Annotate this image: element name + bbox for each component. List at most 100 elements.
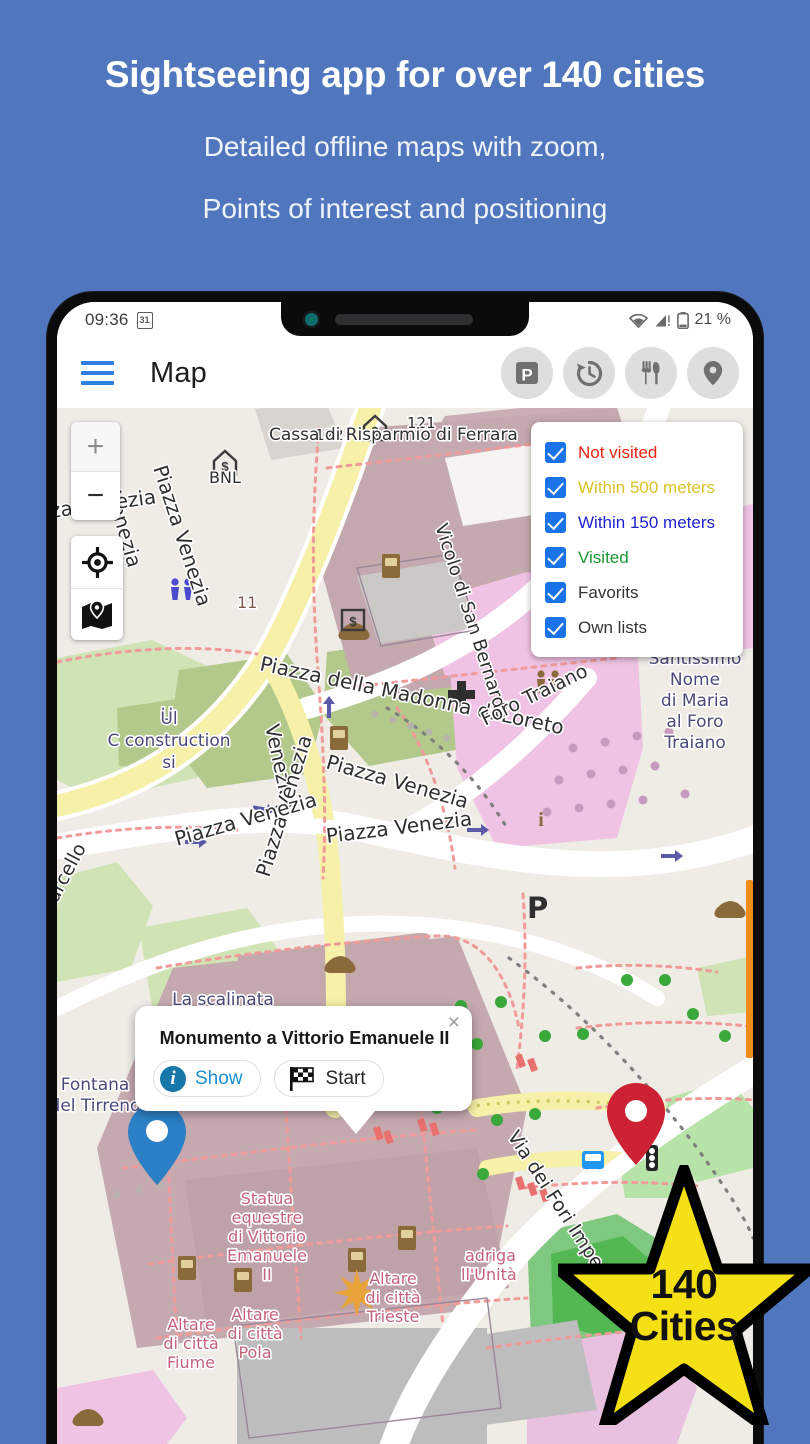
show-label: Show (195, 1067, 243, 1089)
places-button[interactable] (687, 347, 739, 399)
wifi-icon (628, 313, 648, 328)
svg-text:i: i (538, 809, 544, 831)
svg-text:Altare: Altare (369, 1269, 417, 1288)
cellular-signal-icon (655, 314, 670, 326)
battery-percent: 21 % (694, 311, 731, 328)
app-bar-actions: P (501, 347, 739, 399)
poi-card-pointer (337, 1111, 375, 1134)
app-bar: Map P (57, 338, 753, 408)
phone-notch (281, 302, 529, 336)
svg-text:Pola: Pola (238, 1343, 271, 1362)
parking-button[interactable]: P (501, 347, 553, 399)
svg-text:di Maria: di Maria (661, 691, 729, 711)
svg-text:C construction: C construction (108, 731, 231, 751)
legend-checkbox[interactable] (545, 617, 566, 638)
poi-label-bank: Cassa di Risparmio di Ferrara (269, 425, 518, 445)
svg-text:II: II (262, 1265, 271, 1284)
svg-text:di città: di città (365, 1288, 420, 1307)
badge-label: Cities (629, 1303, 739, 1349)
svg-text:Traiano: Traiano (663, 733, 726, 753)
svg-text:Emanuele: Emanuele (227, 1246, 307, 1265)
svg-text:equestre: equestre (232, 1208, 303, 1227)
fork-knife-icon (641, 360, 660, 385)
svg-text:Statua: Statua (241, 1189, 293, 1208)
legend-label: Own lists (578, 617, 647, 637)
parking-label: P (527, 891, 548, 925)
poi-label-fountain: Fontana del Tirreno (57, 1073, 142, 1117)
earpiece-speaker (335, 313, 473, 325)
history-clock-icon (576, 360, 602, 386)
legend-item-favorits[interactable]: Favorits (545, 575, 733, 610)
map-tool-controls[interactable] (71, 536, 123, 640)
locate-button[interactable] (71, 536, 123, 588)
poi-label-quadriga: adriga ll'Unità (459, 1244, 518, 1285)
map-layers-icon (82, 599, 112, 629)
poi-label-bnl: BNL (209, 468, 241, 487)
restaurants-button[interactable] (625, 347, 677, 399)
poi-label-altare-trieste: Altare di città Trieste (364, 1267, 422, 1327)
calendar-icon: 31 (136, 311, 153, 329)
info-circle-icon: i (160, 1065, 186, 1092)
legend-label: Favorits (578, 582, 639, 602)
legend-item-within-500[interactable]: Within 500 meters (545, 470, 733, 505)
zoom-in-button[interactable]: + (71, 422, 120, 471)
legend-label: Within 150 meters (578, 512, 715, 532)
badge-number: 140 (650, 1261, 718, 1308)
start-button[interactable]: Start (273, 1060, 384, 1097)
battery-icon (676, 311, 689, 329)
svg-text:di città: di città (227, 1324, 282, 1343)
svg-text:di Vittorio: di Vittorio (228, 1227, 306, 1246)
map-legend-panel[interactable]: Not visited Within 500 meters Within 150… (531, 422, 743, 657)
svg-text:del Tirreno: del Tirreno (57, 1096, 140, 1116)
status-time: 09:36 (85, 310, 129, 329)
crosshair-locate-icon (81, 546, 113, 578)
map-layers-button[interactable] (71, 588, 123, 640)
promo-subtitle-line2: Points of interest and positioning (202, 193, 608, 225)
status-bar-left: 09:36 31 (85, 310, 153, 330)
legend-item-not-visited[interactable]: Not visited (545, 435, 733, 470)
svg-text:al Foro: al Foro (666, 712, 723, 732)
close-icon[interactable]: × (448, 1012, 460, 1033)
legend-item-visited[interactable]: Visited (545, 540, 733, 575)
map-pin-icon (703, 361, 723, 386)
promo-title: Sightseeing app for over 140 cities (104, 54, 706, 95)
checkered-flag-icon (289, 1066, 314, 1091)
legend-checkbox[interactable] (545, 512, 566, 533)
legend-label: Visited (578, 547, 629, 567)
legend-checkbox[interactable] (545, 477, 566, 498)
poi-info-card[interactable]: × Monumento a Vittorio Emanuele II i Sho… (135, 1006, 472, 1134)
hamburger-menu-icon[interactable] (81, 361, 114, 385)
star-badge-text: 140 Cities (558, 1165, 810, 1425)
svg-text:P: P (521, 366, 532, 385)
svg-text:di città: di città (163, 1334, 218, 1353)
front-camera-icon (303, 310, 320, 328)
show-button[interactable]: i Show (153, 1060, 261, 1097)
poi-title: Monumento a Vittorio Emanuele II (159, 1028, 450, 1048)
legend-item-within-150[interactable]: Within 150 meters (545, 505, 733, 540)
house-number: 11 (237, 593, 257, 612)
power-button[interactable] (746, 880, 753, 1058)
promo-subtitle-line1: Detailed offline maps with zoom, (203, 130, 607, 162)
svg-text:Altare: Altare (167, 1315, 215, 1334)
zoom-out-button[interactable]: − (71, 471, 120, 520)
legend-checkbox[interactable] (545, 547, 566, 568)
legend-checkbox[interactable] (545, 582, 566, 603)
start-label: Start (325, 1067, 366, 1089)
legend-label: Within 500 meters (578, 477, 715, 497)
legend-item-own-lists[interactable]: Own lists (545, 610, 733, 645)
svg-text:Fiume: Fiume (167, 1353, 215, 1372)
poi-label-altare-fiume: Altare di città Fiume (162, 1313, 220, 1373)
page-title: Map (150, 356, 208, 389)
svg-text:si: si (162, 753, 176, 773)
svg-text:adriga: adriga (465, 1246, 516, 1265)
svg-text:Trieste: Trieste (366, 1307, 420, 1326)
svg-text:Ul: Ul (160, 709, 177, 729)
status-bar-right: 21 % (628, 311, 731, 329)
svg-text:$: $ (349, 614, 357, 629)
legend-checkbox[interactable] (545, 442, 566, 463)
svg-text:Altare: Altare (231, 1305, 279, 1324)
cities-star-badge: 140 Cities (552, 1163, 810, 1433)
history-button[interactable] (563, 347, 615, 399)
zoom-controls[interactable]: + − (71, 422, 120, 520)
legend-label: Not visited (578, 442, 658, 462)
